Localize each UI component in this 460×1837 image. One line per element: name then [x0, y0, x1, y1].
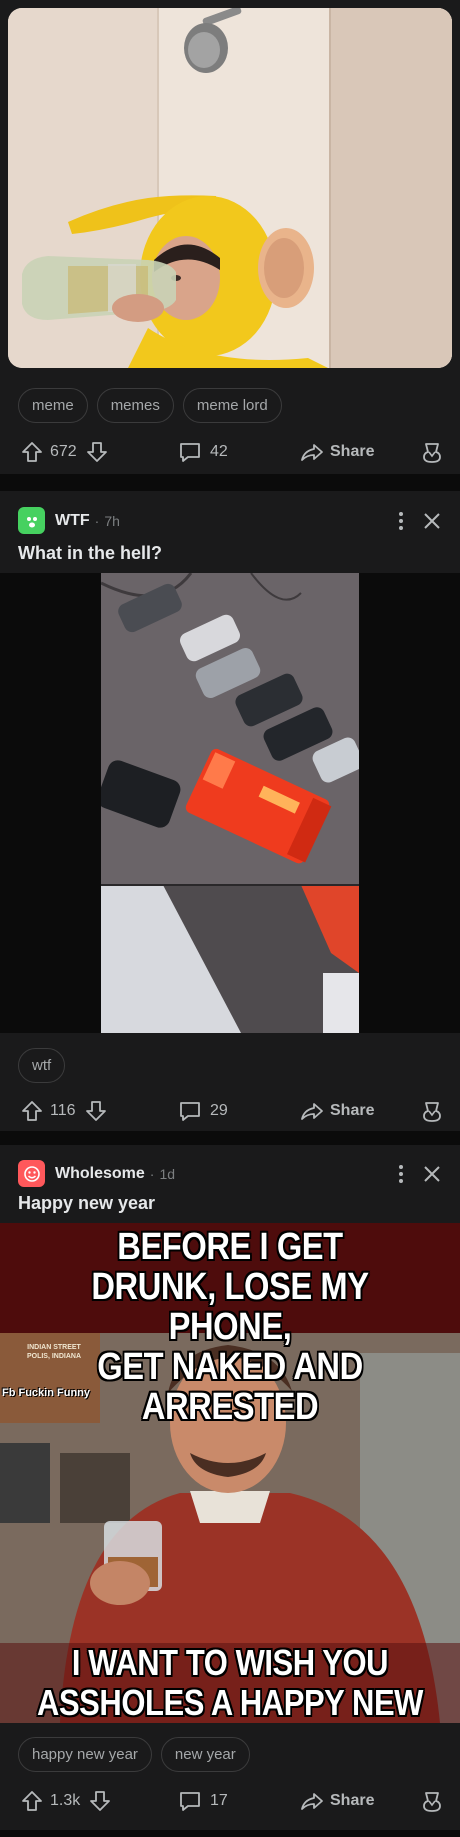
- tag-list: happy new year new year: [18, 1737, 250, 1772]
- comment-icon: [180, 443, 200, 462]
- share-icon: [301, 444, 323, 461]
- post-card: WTF · 7h What in the hell? wtf 116 29 Sh…: [0, 491, 460, 1131]
- post-time: 1d: [159, 1165, 176, 1182]
- comments-button[interactable]: 42: [178, 440, 228, 464]
- subreddit-name[interactable]: WTF: [55, 512, 90, 530]
- tag-chip[interactable]: meme: [18, 388, 88, 423]
- meme-line: I WANT TO WISH YOU: [71, 1642, 389, 1683]
- vote-control: 672: [20, 440, 109, 464]
- tag-list: meme memes meme lord: [18, 388, 282, 423]
- tag-chip[interactable]: meme lord: [182, 388, 282, 423]
- share-label: Share: [330, 1102, 375, 1119]
- meme-line: ASSHOLES A HAPPY NEW YEAR: [37, 1682, 423, 1724]
- award-icon[interactable]: [420, 1789, 444, 1813]
- meme-bottom-text: I WANT TO WISH YOU ASSHOLES A HAPPY NEW …: [32, 1642, 428, 1724]
- vote-count: 672: [50, 443, 77, 460]
- post-image[interactable]: INDIAN STREET POLIS, INDIANA BEFORE I GE…: [0, 1223, 460, 1723]
- award-icon[interactable]: [420, 440, 444, 464]
- downvote-icon[interactable]: [85, 440, 109, 464]
- comment-count: 17: [210, 1792, 228, 1809]
- tag-chip[interactable]: wtf: [18, 1048, 66, 1083]
- separator-dot: ·: [94, 512, 100, 529]
- share-button[interactable]: Share: [300, 440, 374, 464]
- comment-count: 42: [210, 443, 228, 460]
- vote-control: 116: [20, 1099, 108, 1123]
- post-title[interactable]: Happy new year: [18, 1193, 155, 1214]
- comments-button[interactable]: 17: [178, 1789, 228, 1813]
- more-options-icon[interactable]: [394, 509, 408, 533]
- comment-count: 29: [210, 1102, 228, 1119]
- post-title[interactable]: What in the hell?: [18, 543, 162, 564]
- video-frame: [101, 573, 359, 1033]
- meme-line: BEFORE I GET: [117, 1226, 343, 1268]
- share-label: Share: [330, 443, 375, 460]
- subreddit-icon[interactable]: [18, 1160, 45, 1187]
- post-header: Wholesome · 1d: [18, 1160, 175, 1187]
- upvote-icon[interactable]: [20, 440, 44, 464]
- downvote-icon[interactable]: [84, 1099, 108, 1123]
- comment-icon: [180, 1792, 200, 1811]
- tag-chip[interactable]: new year: [160, 1737, 250, 1772]
- separator-dot: ·: [149, 1165, 155, 1182]
- close-icon[interactable]: [422, 511, 442, 531]
- close-icon[interactable]: [422, 1164, 442, 1184]
- award-icon[interactable]: [420, 1099, 444, 1123]
- vote-count: 116: [50, 1102, 76, 1119]
- video-player[interactable]: [0, 573, 460, 1033]
- share-label: Share: [330, 1792, 375, 1809]
- tag-chip[interactable]: memes: [96, 388, 174, 423]
- feed-divider: [0, 1131, 460, 1145]
- comments-button[interactable]: 29: [178, 1099, 228, 1123]
- post-image[interactable]: [8, 8, 452, 368]
- tag-list: wtf: [18, 1048, 66, 1083]
- share-icon: [301, 1793, 323, 1810]
- meme-line: DRUNK, LOSE MY PHONE,: [91, 1266, 369, 1348]
- shower-photo: [8, 8, 452, 368]
- vote-count: 1.3k: [50, 1792, 81, 1809]
- feed-divider: [0, 1830, 460, 1837]
- subreddit-icon[interactable]: [18, 507, 45, 534]
- share-button[interactable]: Share: [300, 1789, 374, 1813]
- action-bar: 116 29 Share: [0, 1091, 460, 1131]
- downvote-icon[interactable]: [88, 1789, 112, 1813]
- post-time: 7h: [104, 512, 120, 529]
- street-video: [101, 573, 359, 1033]
- more-options-icon[interactable]: [394, 1162, 408, 1186]
- post-header: WTF · 7h: [18, 507, 120, 534]
- upvote-icon[interactable]: [20, 1789, 44, 1813]
- share-button[interactable]: Share: [300, 1099, 374, 1123]
- wtf-face-icon: [26, 516, 37, 527]
- post-card: meme memes meme lord 672 42 Share: [0, 0, 460, 474]
- post-card: Wholesome · 1d Happy new year INDIAN STR…: [0, 1145, 460, 1830]
- feed: meme memes meme lord 672 42 Share WTF · …: [0, 0, 460, 1837]
- subreddit-name[interactable]: Wholesome: [55, 1165, 145, 1183]
- watermark: Fb Fuckin Funny: [2, 1387, 90, 1399]
- smiley-face-icon: [23, 1165, 40, 1182]
- action-bar: 1.3k 17 Share: [0, 1781, 460, 1821]
- action-bar: 672 42 Share: [0, 432, 460, 472]
- tag-chip[interactable]: happy new year: [18, 1737, 152, 1772]
- meme-line: GET NAKED AND ARRESTED: [97, 1346, 363, 1428]
- feed-divider: [0, 474, 460, 491]
- meme-top-text: BEFORE I GET DRUNK, LOSE MY PHONE, GET N…: [32, 1227, 428, 1427]
- vote-control: 1.3k: [20, 1789, 112, 1813]
- comment-icon: [180, 1102, 200, 1121]
- share-icon: [301, 1103, 323, 1120]
- upvote-icon[interactable]: [20, 1099, 44, 1123]
